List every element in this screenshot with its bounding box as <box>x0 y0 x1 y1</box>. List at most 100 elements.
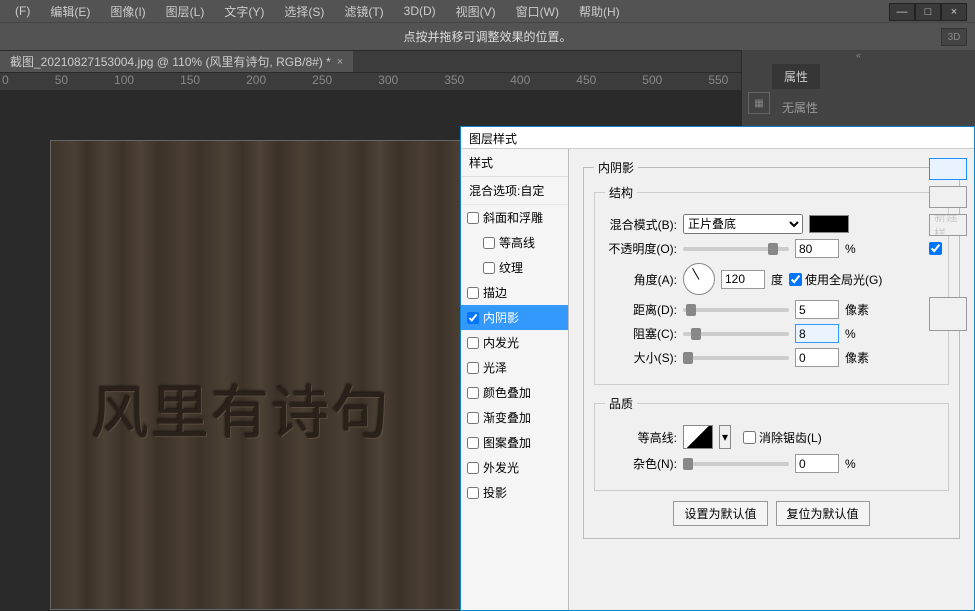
noise-input[interactable] <box>795 454 839 473</box>
style-label: 内发光 <box>483 334 519 351</box>
minimize-button[interactable]: — <box>889 3 915 21</box>
maximize-button[interactable]: □ <box>915 3 941 21</box>
reset-default-button[interactable]: 复位为默认值 <box>776 501 870 526</box>
dialog-extra-button[interactable] <box>929 297 967 331</box>
menu-item[interactable]: 视图(V) <box>446 0 506 23</box>
inner-shadow-pane: 内阴影 结构 混合模式(B): 正片叠底 不透明度(O): % <box>569 149 974 610</box>
menu-item[interactable]: 选择(S) <box>274 0 334 23</box>
style-checkbox[interactable] <box>467 462 479 474</box>
style-row[interactable]: 内阴影 <box>461 305 568 330</box>
dialog-cancel-button[interactable] <box>929 186 967 208</box>
style-checkbox[interactable] <box>467 312 479 324</box>
ruler-mark: 500 <box>642 73 662 90</box>
style-row[interactable]: 渐变叠加 <box>461 405 568 430</box>
style-checkbox[interactable] <box>467 437 479 449</box>
make-default-button[interactable]: 设置为默认值 <box>673 501 767 526</box>
global-light-checkbox[interactable]: 使用全局光(G) <box>789 271 882 288</box>
contour-dropdown-icon[interactable]: ▾ <box>719 425 731 449</box>
ruler-mark: 250 <box>312 73 332 90</box>
style-checkbox[interactable] <box>483 237 495 249</box>
style-label: 内阴影 <box>483 309 519 326</box>
menu-item[interactable]: 滤镜(T) <box>334 0 393 23</box>
style-checkbox[interactable] <box>467 362 479 374</box>
blend-mode-select[interactable]: 正片叠底 <box>683 214 803 234</box>
style-checkbox[interactable] <box>483 262 495 274</box>
dialog-ok-button[interactable] <box>929 158 967 180</box>
close-button[interactable]: × <box>941 3 967 21</box>
anti-alias-checkbox[interactable]: 消除锯齿(L) <box>743 429 822 446</box>
style-checkbox[interactable] <box>467 337 479 349</box>
dialog-title: 图层样式 <box>461 127 974 149</box>
style-label: 外发光 <box>483 459 519 476</box>
style-list: 样式 混合选项:自定 斜面和浮雕等高线纹理描边内阴影内发光光泽颜色叠加渐变叠加图… <box>461 149 569 610</box>
style-checkbox[interactable] <box>467 212 479 224</box>
style-label: 渐变叠加 <box>483 409 531 426</box>
style-row[interactable]: 光泽 <box>461 355 568 380</box>
blend-options-row[interactable]: 混合选项:自定 <box>461 177 568 205</box>
menu-item[interactable]: 编辑(E) <box>40 0 100 23</box>
noise-slider[interactable] <box>683 462 789 466</box>
opacity-input[interactable] <box>795 239 839 258</box>
panel-collapse-icon[interactable]: « <box>742 50 975 64</box>
blend-mode-label: 混合模式(B): <box>605 216 677 233</box>
menu-item[interactable]: 帮助(H) <box>569 0 630 23</box>
contour-picker[interactable] <box>683 425 713 449</box>
size-slider[interactable] <box>683 356 789 360</box>
properties-panel: « ▦ 属性 无属性 <box>741 50 975 138</box>
style-row[interactable]: 外发光 <box>461 455 568 480</box>
structure-fieldset: 结构 混合模式(B): 正片叠底 不透明度(O): % 角度(A): <box>594 184 949 385</box>
ruler-mark: 100 <box>114 73 134 90</box>
choke-slider[interactable] <box>683 332 789 336</box>
ruler-mark: 550 <box>708 73 728 90</box>
style-row[interactable]: 图案叠加 <box>461 430 568 455</box>
style-row[interactable]: 颜色叠加 <box>461 380 568 405</box>
ruler-mark: 450 <box>576 73 596 90</box>
menu-item[interactable]: 文字(Y) <box>214 0 274 23</box>
shadow-color-swatch[interactable] <box>809 215 849 233</box>
properties-tab[interactable]: 属性 <box>772 64 820 89</box>
style-row[interactable]: 纹理 <box>461 255 568 280</box>
style-checkbox[interactable] <box>467 412 479 424</box>
style-checkbox[interactable] <box>467 387 479 399</box>
style-row[interactable]: 投影 <box>461 480 568 505</box>
structure-legend: 结构 <box>605 184 637 201</box>
panel-icon[interactable]: ▦ <box>748 92 770 114</box>
ruler-mark: 350 <box>444 73 464 90</box>
style-label: 等高线 <box>499 234 535 251</box>
distance-slider[interactable] <box>683 308 789 312</box>
preview-checkbox[interactable] <box>929 242 967 255</box>
document-tab[interactable]: 截图_20210827153004.jpg @ 110% (风里有诗句, RGB… <box>0 51 353 72</box>
menu-item[interactable]: (F) <box>5 1 40 21</box>
style-checkbox[interactable] <box>467 287 479 299</box>
menu-bar: (F)编辑(E)图像(I)图层(L)文字(Y)选择(S)滤镜(T)3D(D)视图… <box>0 0 975 22</box>
new-style-button[interactable]: 新建样 <box>929 214 967 236</box>
menu-item[interactable]: 图像(I) <box>100 0 155 23</box>
style-row[interactable]: 内发光 <box>461 330 568 355</box>
layer-style-dialog: 图层样式 样式 混合选项:自定 斜面和浮雕等高线纹理描边内阴影内发光光泽颜色叠加… <box>460 126 975 611</box>
menu-item[interactable]: 窗口(W) <box>506 0 569 23</box>
angle-input[interactable] <box>721 270 765 289</box>
menu-item[interactable]: 图层(L) <box>156 0 215 23</box>
style-row[interactable]: 描边 <box>461 280 568 305</box>
styles-header[interactable]: 样式 <box>461 149 568 177</box>
quality-fieldset: 品质 等高线: ▾ 消除锯齿(L) 杂色(N): % <box>594 395 949 491</box>
choke-input[interactable] <box>795 324 839 343</box>
style-row[interactable]: 斜面和浮雕 <box>461 205 568 230</box>
menu-item[interactable]: 3D(D) <box>394 1 446 21</box>
style-label: 描边 <box>483 284 507 301</box>
opacity-unit: % <box>845 242 856 256</box>
style-label: 光泽 <box>483 359 507 376</box>
inner-shadow-legend: 内阴影 <box>594 159 638 176</box>
angle-dial[interactable] <box>683 263 715 295</box>
style-row[interactable]: 等高线 <box>461 230 568 255</box>
opacity-slider[interactable] <box>683 247 789 251</box>
size-label: 大小(S): <box>605 349 677 366</box>
3d-mode-button[interactable]: 3D <box>941 28 967 46</box>
size-input[interactable] <box>795 348 839 367</box>
canvas-text-layer[interactable]: 风里有诗句 <box>91 366 391 450</box>
tab-close-icon[interactable]: × <box>337 56 343 68</box>
distance-input[interactable] <box>795 300 839 319</box>
style-checkbox[interactable] <box>467 487 479 499</box>
angle-unit: 度 <box>771 271 783 288</box>
inner-shadow-fieldset: 内阴影 结构 混合模式(B): 正片叠底 不透明度(O): % <box>583 159 960 539</box>
